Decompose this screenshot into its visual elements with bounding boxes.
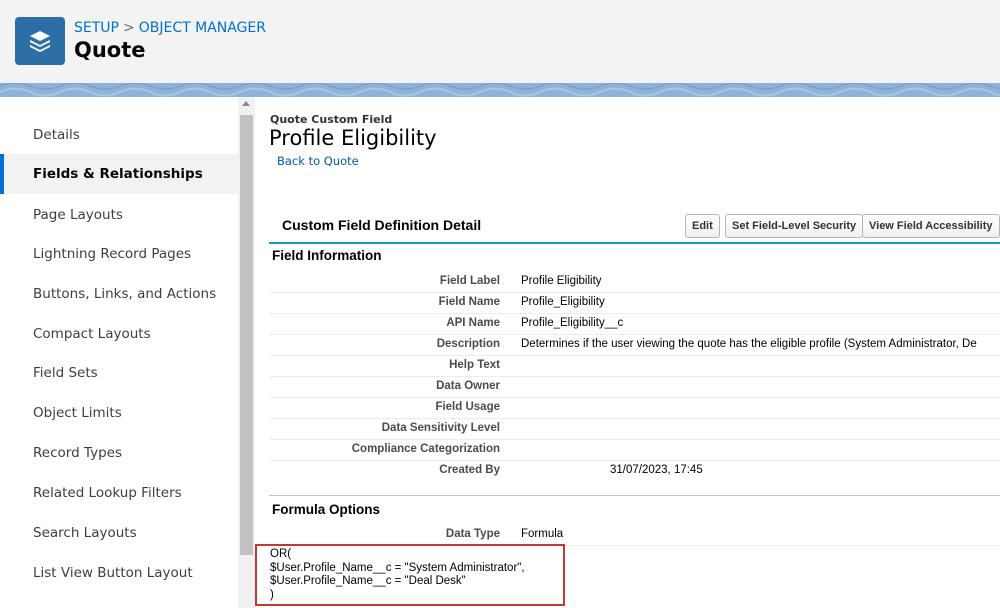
created-by-value: 31/07/2023, 17:45 <box>610 464 703 476</box>
sidebar-item-label: Details <box>33 127 80 143</box>
view-field-accessibility-button[interactable]: View Field Accessibility <box>862 214 1000 238</box>
created-by-key: Created By <box>439 464 500 476</box>
sidebar-item-label: Lightning Record Pages <box>33 246 192 262</box>
sidebar-item-compact-layouts[interactable]: Compact Layouts <box>0 314 238 354</box>
data-sensitivity-key: Data Sensitivity Level <box>381 422 500 434</box>
sidebar-item-field-sets[interactable]: Field Sets <box>0 353 238 393</box>
formula-line: OR( <box>270 548 292 560</box>
table-row: Field Name Profile_Eligibility <box>269 292 1000 314</box>
description-key: Description <box>436 338 500 350</box>
table-row: Compliance Categorization <box>269 439 1000 461</box>
breadcrumb: SETUP > OBJECT MANAGER <box>74 20 266 36</box>
description-value: Determines if the user viewing the quote… <box>521 338 977 350</box>
sidebar-item-label: Related Lookup Filters <box>33 485 182 501</box>
sidebar-item-buttons-links-actions[interactable]: Buttons, Links, and Actions <box>0 274 238 314</box>
compliance-categorization-key: Compliance Categorization <box>351 443 500 455</box>
data-owner-key: Data Owner <box>436 380 500 392</box>
help-text-key: Help Text <box>449 359 500 371</box>
sidebar-nav: Details Fields & Relationships Page Layo… <box>0 97 238 608</box>
data-type-key: Data Type <box>445 528 500 540</box>
table-row: Data Owner <box>269 376 1000 398</box>
sidebar-item-label: List View Button Layout <box>33 565 193 581</box>
breadcrumb-object-manager[interactable]: OBJECT MANAGER <box>139 20 266 36</box>
table-row: API Name Profile_Eligibility__c <box>269 313 1000 335</box>
sidebar-scrollbar[interactable] <box>238 97 255 608</box>
formula-options-heading: Formula Options <box>272 502 380 517</box>
sidebar-item-fields-relationships[interactable]: Fields & Relationships <box>0 154 238 194</box>
sidebar-item-related-lookup-filters[interactable]: Related Lookup Filters <box>0 473 238 513</box>
table-row: Description Determines if the user viewin… <box>269 334 1000 356</box>
api-name-value: Profile_Eligibility__c <box>521 317 624 329</box>
custom-field-definition-header: Custom Field Definition Detail Edit Set … <box>269 210 1000 244</box>
sidebar-item-label: Field Sets <box>33 365 98 381</box>
field-label-key: Field Label <box>439 275 500 287</box>
table-row: Field Usage <box>269 397 1000 419</box>
table-row: Data Sensitivity Level <box>269 418 1000 440</box>
field-information-heading: Field Information <box>272 248 382 263</box>
sidebar-item-details[interactable]: Details <box>0 115 238 155</box>
formula-line: ) <box>270 588 274 601</box>
table-row: Data Type Formula <box>269 524 1000 546</box>
sidebar-item-lightning-record-pages[interactable]: Lightning Record Pages <box>0 234 238 274</box>
formula-highlight-box: OR( $User.Profile_Name__c = "System Admi… <box>255 544 565 606</box>
field-label-value: Profile Eligibility <box>521 275 602 287</box>
sidebar-item-search-layouts[interactable]: Search Layouts <box>0 513 238 553</box>
sidebar-item-label: Page Layouts <box>33 207 123 223</box>
section-title: Custom Field Definition Detail <box>282 217 482 233</box>
breadcrumb-separator: > <box>122 20 135 36</box>
field-type-label: Quote Custom Field <box>270 113 393 126</box>
table-row: Help Text <box>269 355 1000 377</box>
section-divider <box>269 495 1000 496</box>
formula-line: $User.Profile_Name__c = "Deal Desk" <box>270 575 466 587</box>
sidebar-item-page-layouts[interactable]: Page Layouts <box>0 195 238 235</box>
table-row: Field Label Profile Eligibility <box>269 271 1000 293</box>
object-header: SETUP > OBJECT MANAGER Quote <box>0 0 1000 84</box>
field-name-key: Field Name <box>438 296 500 308</box>
breadcrumb-setup[interactable]: SETUP <box>74 20 119 36</box>
scrollbar-thumb[interactable] <box>240 115 253 555</box>
sidebar-item-label: Object Limits <box>33 405 122 421</box>
sidebar-item-label: Fields & Relationships <box>33 166 203 182</box>
table-row: Created By 31/07/2023, 17:45 <box>269 460 1000 481</box>
back-to-quote-link[interactable]: Back to Quote <box>277 154 359 168</box>
sidebar-item-label: Compact Layouts <box>33 326 151 342</box>
sidebar-item-label: Search Layouts <box>33 525 137 541</box>
layers-icon <box>15 17 65 65</box>
main-content: Quote Custom Field Profile Eligibility B… <box>255 97 1000 608</box>
field-title: Profile Eligibility <box>269 126 437 150</box>
sidebar-item-list-view-button-layout[interactable]: List View Button Layout <box>0 553 238 593</box>
sidebar-item-object-limits[interactable]: Object Limits <box>0 393 238 433</box>
sidebar-item-record-types[interactable]: Record Types <box>0 433 238 473</box>
sidebar-item-label: Buttons, Links, and Actions <box>33 286 217 302</box>
formula-line: $User.Profile_Name__c = "System Administ… <box>270 561 525 574</box>
data-type-value: Formula <box>521 528 564 540</box>
field-usage-key: Field Usage <box>435 401 500 413</box>
edit-button[interactable]: Edit <box>685 214 720 238</box>
sidebar-item-label: Record Types <box>33 445 122 461</box>
set-field-level-security-button[interactable]: Set Field-Level Security <box>725 214 864 238</box>
api-name-key: API Name <box>446 317 500 329</box>
scroll-up-arrow-icon[interactable] <box>242 101 250 106</box>
field-name-value: Profile_Eligibility <box>521 296 605 308</box>
header-banner <box>0 83 1000 97</box>
page-title: Quote <box>74 38 146 62</box>
